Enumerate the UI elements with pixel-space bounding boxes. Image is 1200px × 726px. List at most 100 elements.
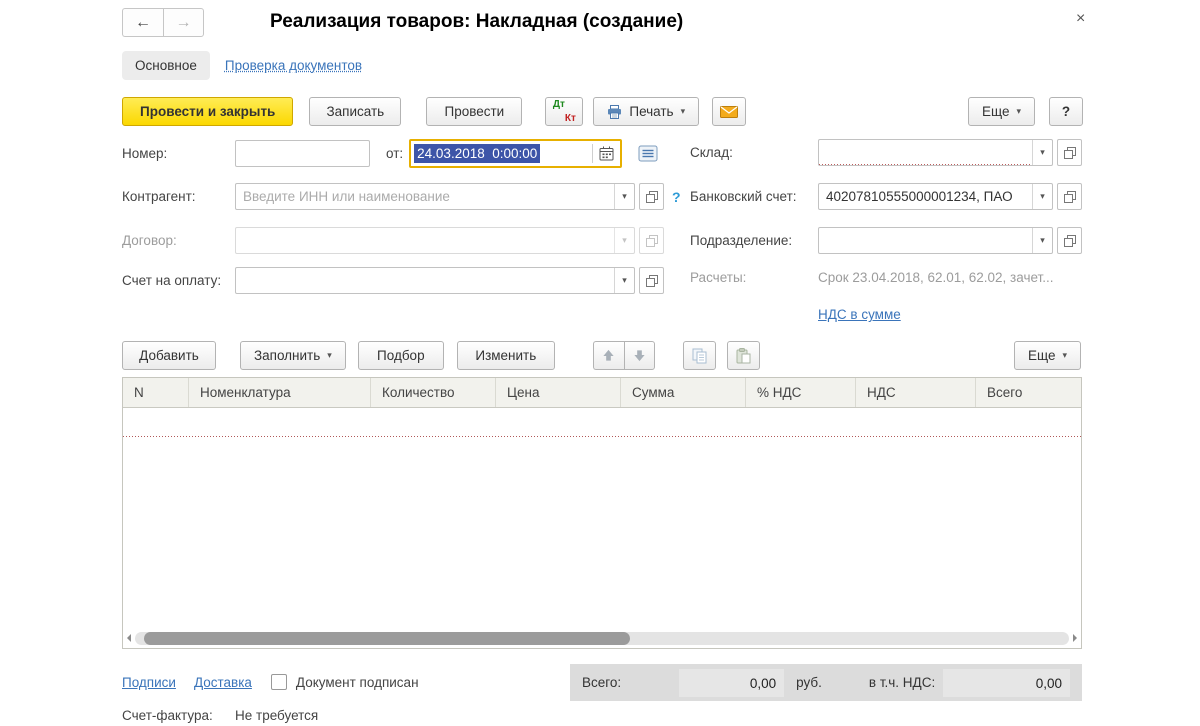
column-header-1[interactable]: N xyxy=(123,378,189,407)
move-up-button[interactable] xyxy=(592,341,624,370)
items-toolbar: Добавить Заполнить ▾ Подбор Изменить xyxy=(122,341,760,370)
dt-kt-button[interactable]: Дт Кт xyxy=(545,97,584,126)
settlements-value[interactable]: Срок 23.04.2018, 62.01, 62.02, зачет... xyxy=(818,270,1082,285)
printer-icon xyxy=(607,104,622,119)
tab-bar: Основное Проверка документов xyxy=(122,51,362,80)
email-button[interactable] xyxy=(712,97,747,126)
table-header-row: N Номенклатура Количество Цена Сумма% НДС НДС… xyxy=(123,378,1081,408)
document-signed-checkbox[interactable] xyxy=(270,674,287,690)
column-header-7[interactable]: НДС xyxy=(856,378,976,407)
department-dropdown-icon[interactable]: ▾ xyxy=(1032,228,1052,253)
copy-rows-button[interactable] xyxy=(682,341,716,370)
column-header-4[interactable]: Цена xyxy=(496,378,621,407)
scroll-right-icon[interactable] xyxy=(1073,634,1077,642)
table-empty-row[interactable] xyxy=(123,408,1081,437)
contract-field: ▾ xyxy=(235,227,635,254)
payment-invoice-open-button[interactable] xyxy=(639,267,664,294)
kt-label: Кт xyxy=(564,113,576,124)
edit-label: Изменить xyxy=(475,348,537,363)
close-icon[interactable]: × xyxy=(1076,10,1085,28)
column-header-3[interactable]: Количество xyxy=(371,378,496,407)
row-counterparty: Контрагент: ▾ ? xyxy=(122,183,681,210)
post-and-close-label: Провести и закрыть xyxy=(140,104,276,119)
column-header-5[interactable]: Сумма xyxy=(621,378,746,407)
vat-in-total-link[interactable]: НДС в сумме xyxy=(818,307,901,322)
payment-invoice-label: Счет на оплату: xyxy=(122,273,222,288)
column-header-8[interactable]: Всего xyxy=(976,378,1081,407)
column-header-2[interactable]: Номенклатура xyxy=(189,378,371,407)
date-field[interactable]: 24.03.2018 0:00:00 xyxy=(409,139,623,168)
warehouse-field[interactable]: ▾ xyxy=(818,139,1053,166)
toolbar-right-group: Еще ▾ ? xyxy=(968,97,1083,126)
paste-rows-button[interactable] xyxy=(726,341,760,370)
tab-document-check[interactable]: Проверка документов xyxy=(225,58,362,73)
counterparty-dropdown-icon[interactable]: ▾ xyxy=(614,184,634,209)
related-documents-icon[interactable] xyxy=(634,142,662,166)
fill-button[interactable]: Заполнить ▾ xyxy=(240,341,346,370)
row-warehouse: Склад: ▾ xyxy=(690,139,1082,166)
payment-invoice-dropdown-icon[interactable]: ▾ xyxy=(614,268,634,293)
bank-account-value[interactable]: 40207810555000001234, ПАО xyxy=(819,184,1032,209)
counterparty-label: Контрагент: xyxy=(122,189,196,204)
total-label: Всего: xyxy=(582,675,622,690)
tab-main[interactable]: Основное xyxy=(122,51,210,80)
print-label: Печать xyxy=(629,104,674,119)
bank-account-field[interactable]: 40207810555000001234, ПАО ▾ xyxy=(818,183,1053,210)
vat-total-value: 0,00 xyxy=(943,668,1070,697)
number-field xyxy=(235,140,370,167)
back-button[interactable]: ← xyxy=(122,8,163,37)
edit-button[interactable]: Изменить xyxy=(456,341,555,370)
calendar-icon[interactable] xyxy=(593,146,620,161)
signatures-link[interactable]: Подписи xyxy=(122,675,176,690)
totals-bar: Всего: 0,00 руб. в т.ч. НДС: 0,00 xyxy=(570,664,1082,701)
scrollbar-thumb[interactable] xyxy=(144,631,630,645)
warehouse-value[interactable] xyxy=(819,140,1032,165)
department-value[interactable] xyxy=(819,228,1032,253)
post-and-close-button[interactable]: Провести и закрыть xyxy=(122,97,294,126)
add-row-button[interactable]: Добавить xyxy=(122,341,216,370)
bank-account-dropdown-icon[interactable]: ▾ xyxy=(1032,184,1052,209)
bank-account-open-button[interactable] xyxy=(1057,183,1082,210)
move-down-button[interactable] xyxy=(623,341,655,370)
dt-label: Дт xyxy=(552,99,565,110)
counterparty-open-button[interactable] xyxy=(639,183,664,210)
add-row-label: Добавить xyxy=(139,348,199,363)
more-button[interactable]: Еще ▾ xyxy=(968,97,1035,126)
help-button[interactable]: ? xyxy=(1049,97,1083,126)
counterparty-help-icon[interactable]: ? xyxy=(672,189,681,205)
post-button[interactable]: Провести xyxy=(426,97,523,126)
counterparty-field[interactable]: ▾ xyxy=(235,183,635,210)
print-button[interactable]: Печать ▾ xyxy=(593,97,700,126)
items-more-button[interactable]: Еще ▾ xyxy=(1014,341,1081,370)
items-more-label: Еще xyxy=(1028,348,1056,363)
number-input[interactable] xyxy=(236,141,369,166)
payment-invoice-field[interactable]: ▾ xyxy=(235,267,635,294)
more-label: Еще xyxy=(982,104,1010,119)
history-nav: ← → xyxy=(122,8,204,37)
row-contract: Договор: ▾ xyxy=(122,227,664,254)
row-department: Подразделение: ▾ xyxy=(690,227,1082,254)
contract-dropdown-icon: ▾ xyxy=(614,228,634,253)
scrollbar-track[interactable] xyxy=(135,631,1069,645)
save-button[interactable]: Записать xyxy=(309,97,402,126)
warehouse-dropdown-icon[interactable]: ▾ xyxy=(1032,140,1052,165)
help-label: ? xyxy=(1061,104,1071,119)
department-open-button[interactable] xyxy=(1057,227,1082,254)
pick-button[interactable]: Подбор xyxy=(357,341,444,370)
counterparty-input[interactable] xyxy=(236,184,614,209)
date-value-selected[interactable]: 24.03.2018 0:00:00 xyxy=(414,144,541,163)
pick-label: Подбор xyxy=(377,348,425,363)
scroll-left-icon[interactable] xyxy=(127,634,131,642)
department-field[interactable]: ▾ xyxy=(818,227,1053,254)
warehouse-open-button[interactable] xyxy=(1057,139,1082,166)
forward-button[interactable]: → xyxy=(163,8,204,37)
column-header-6[interactable]: % НДС xyxy=(746,378,856,407)
payment-invoice-value[interactable] xyxy=(236,268,614,293)
main-toolbar: Провести и закрыть Записать Провести Дт … xyxy=(122,97,747,126)
horizontal-scrollbar xyxy=(127,631,1077,645)
envelope-icon xyxy=(720,105,739,118)
move-row-group xyxy=(592,341,655,370)
delivery-link[interactable]: Доставка xyxy=(194,675,252,690)
row-bank-account: Банковский счет: 40207810555000001234, П… xyxy=(690,183,1082,210)
department-label: Подразделение: xyxy=(690,233,793,248)
